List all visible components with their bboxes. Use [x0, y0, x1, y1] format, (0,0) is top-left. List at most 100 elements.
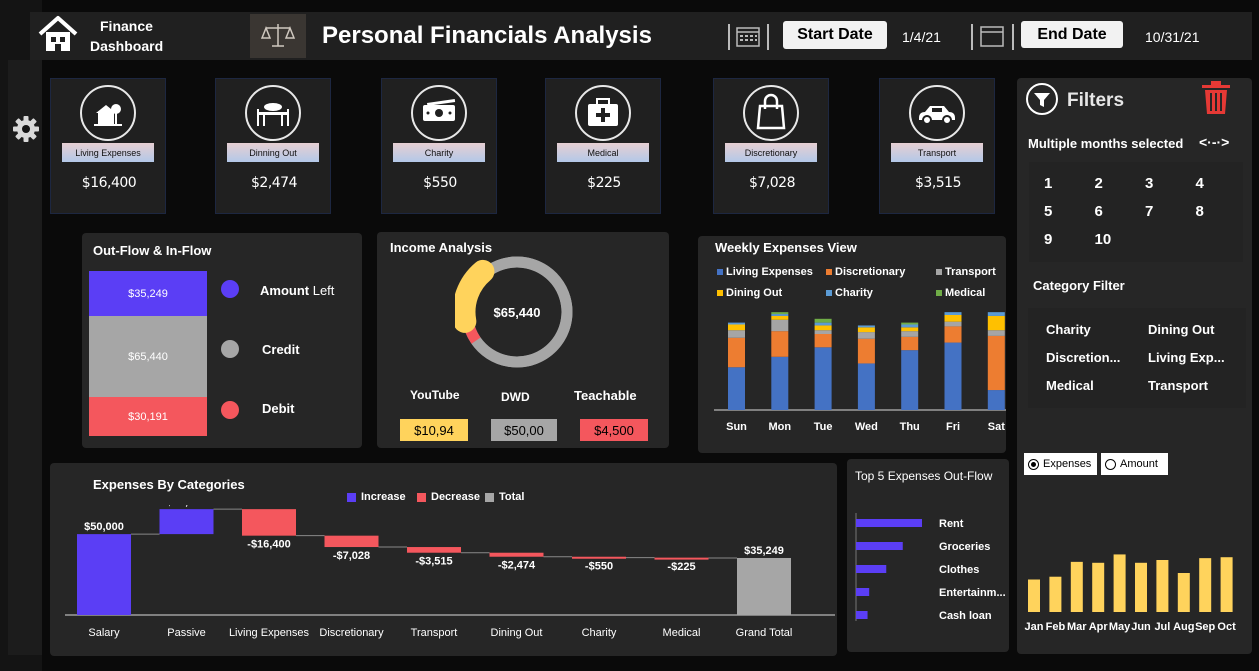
- monthly-bar[interactable]: [1177, 573, 1190, 612]
- monthly-bar[interactable]: [1092, 562, 1105, 612]
- weekly-bar-segment[interactable]: [901, 350, 919, 410]
- kpi-label: Dinning Out: [227, 143, 319, 162]
- income-donut-chart: $65,440: [455, 256, 573, 368]
- category-option[interactable]: Living Exp...: [1148, 350, 1225, 365]
- donut-slice-youtube[interactable]: [455, 259, 495, 333]
- monthly-bar[interactable]: [1135, 562, 1147, 612]
- month-option-5[interactable]: 5: [1044, 203, 1052, 220]
- waterfall-bar[interactable]: [242, 509, 296, 536]
- category-option[interactable]: Dining Out: [1148, 322, 1214, 337]
- month-option-9[interactable]: 9: [1044, 231, 1052, 248]
- monthly-bar[interactable]: [1070, 561, 1083, 612]
- weekly-bar-segment[interactable]: [771, 356, 789, 410]
- weekly-bar-segment[interactable]: [857, 338, 875, 364]
- waterfall-bar[interactable]: [77, 534, 131, 615]
- weekly-bar-segment[interactable]: [814, 325, 832, 331]
- waterfall-x-tick: Living Expenses: [229, 627, 310, 639]
- month-option-10[interactable]: 10: [1095, 231, 1112, 248]
- weekly-bar-segment[interactable]: [987, 312, 1005, 316]
- top5-bar[interactable]: [856, 588, 870, 596]
- kpi-value: $3,515: [915, 175, 962, 191]
- waterfall-bar[interactable]: [407, 547, 461, 553]
- weekly-bar-segment[interactable]: [771, 331, 789, 357]
- weekly-bar-segment[interactable]: [987, 330, 1005, 336]
- top5-bar[interactable]: [856, 611, 868, 619]
- weekly-bar-segment[interactable]: [814, 330, 832, 334]
- end-date-value: 10/31/21: [1145, 29, 1200, 45]
- weekly-bar-segment[interactable]: [857, 325, 875, 328]
- weekly-bar-segment[interactable]: [857, 363, 875, 410]
- weekly-bar-segment[interactable]: [728, 324, 745, 331]
- home-icon[interactable]: [38, 15, 78, 53]
- month-slicer: [1029, 162, 1243, 262]
- month-option-7[interactable]: 7: [1145, 203, 1153, 220]
- weekly-bar-segment[interactable]: [901, 327, 919, 332]
- start-calendar-icon[interactable]: [735, 24, 761, 48]
- top5-bar[interactable]: [856, 565, 887, 573]
- weekly-bar-segment[interactable]: [901, 331, 919, 337]
- weekly-bar-segment[interactable]: [771, 312, 789, 315]
- weekly-bar-segment[interactable]: [814, 334, 832, 348]
- weekly-bar-segment[interactable]: [728, 367, 745, 410]
- income-value-youtube: $10,94: [400, 419, 468, 441]
- radio-expenses[interactable]: Expenses: [1024, 453, 1097, 475]
- weekly-bar-segment[interactable]: [944, 315, 962, 322]
- filter-funnel-icon[interactable]: [1025, 82, 1059, 116]
- weekly-bar-segment[interactable]: [771, 319, 789, 332]
- weekly-bar-segment[interactable]: [814, 318, 832, 323]
- start-date-button[interactable]: Start Date: [783, 21, 887, 49]
- top5-bar[interactable]: [856, 519, 922, 527]
- weekly-bar-segment[interactable]: [987, 335, 1005, 391]
- trash-icon[interactable]: [1199, 80, 1233, 116]
- top5-bar[interactable]: [856, 542, 903, 550]
- weekly-bar-segment[interactable]: [944, 321, 962, 327]
- monthly-bar-chart: Jan Feb Mar Apr May Jun Jul Aug Sep Oct: [1025, 554, 1236, 633]
- weekly-bar-segment[interactable]: [728, 322, 745, 325]
- monthly-bar[interactable]: [1220, 557, 1233, 612]
- weekly-bar-segment[interactable]: [987, 390, 1005, 410]
- weekly-bar-segment[interactable]: [814, 322, 832, 326]
- weekly-bar-segment[interactable]: [901, 324, 919, 328]
- monthly-bar[interactable]: [1028, 579, 1040, 613]
- category-option[interactable]: Transport: [1148, 378, 1208, 393]
- monthly-bar[interactable]: [1156, 560, 1169, 612]
- weekly-bar-segment[interactable]: [771, 314, 789, 316]
- waterfall-bar[interactable]: [159, 509, 214, 535]
- month-option-1[interactable]: 1: [1044, 175, 1052, 192]
- end-calendar-icon[interactable]: [979, 24, 1005, 48]
- radio-amount[interactable]: Amount: [1101, 453, 1168, 475]
- category-option[interactable]: Charity: [1046, 322, 1091, 337]
- month-option-4[interactable]: 4: [1196, 175, 1204, 192]
- monthly-bar[interactable]: [1049, 576, 1062, 612]
- weekly-bar-segment[interactable]: [987, 315, 1005, 331]
- weekly-bar-segment[interactable]: [857, 327, 875, 333]
- monthly-bar[interactable]: [1113, 554, 1126, 612]
- category-option[interactable]: Medical: [1046, 378, 1094, 393]
- end-date-button[interactable]: End Date: [1021, 21, 1123, 48]
- waterfall-bar[interactable]: [489, 552, 544, 557]
- weekly-bar-segment[interactable]: [944, 326, 962, 343]
- month-option-2[interactable]: 2: [1095, 175, 1103, 192]
- month-option-8[interactable]: 8: [1196, 203, 1204, 220]
- waterfall-bar[interactable]: [654, 557, 709, 560]
- weekly-bar-segment[interactable]: [857, 332, 875, 339]
- waterfall-data-label: -$3,515: [415, 556, 452, 568]
- waterfall-bar[interactable]: [737, 557, 791, 615]
- month-option-6[interactable]: 6: [1095, 203, 1103, 220]
- weekly-bar-segment[interactable]: [901, 336, 919, 351]
- settings-gear-icon[interactable]: [10, 113, 42, 145]
- month-option-3[interactable]: 3: [1145, 175, 1153, 192]
- waterfall-bar[interactable]: [324, 535, 379, 548]
- weekly-bar-segment[interactable]: [814, 347, 832, 410]
- waterfall-bar[interactable]: [572, 556, 626, 559]
- waterfall-x-tick: Dining Out: [491, 627, 543, 639]
- monthly-bar[interactable]: [1199, 558, 1212, 612]
- weekly-bar-segment[interactable]: [728, 337, 745, 368]
- weekly-bar-segment[interactable]: [728, 330, 745, 338]
- multi-select-toggle-icon[interactable]: <·-·>: [1199, 134, 1229, 150]
- weekly-bar-segment[interactable]: [901, 322, 919, 325]
- category-option[interactable]: Discretion...: [1046, 350, 1120, 365]
- weekly-bar-segment[interactable]: [771, 315, 789, 320]
- weekly-bar-segment[interactable]: [944, 312, 962, 315]
- weekly-bar-segment[interactable]: [944, 342, 962, 410]
